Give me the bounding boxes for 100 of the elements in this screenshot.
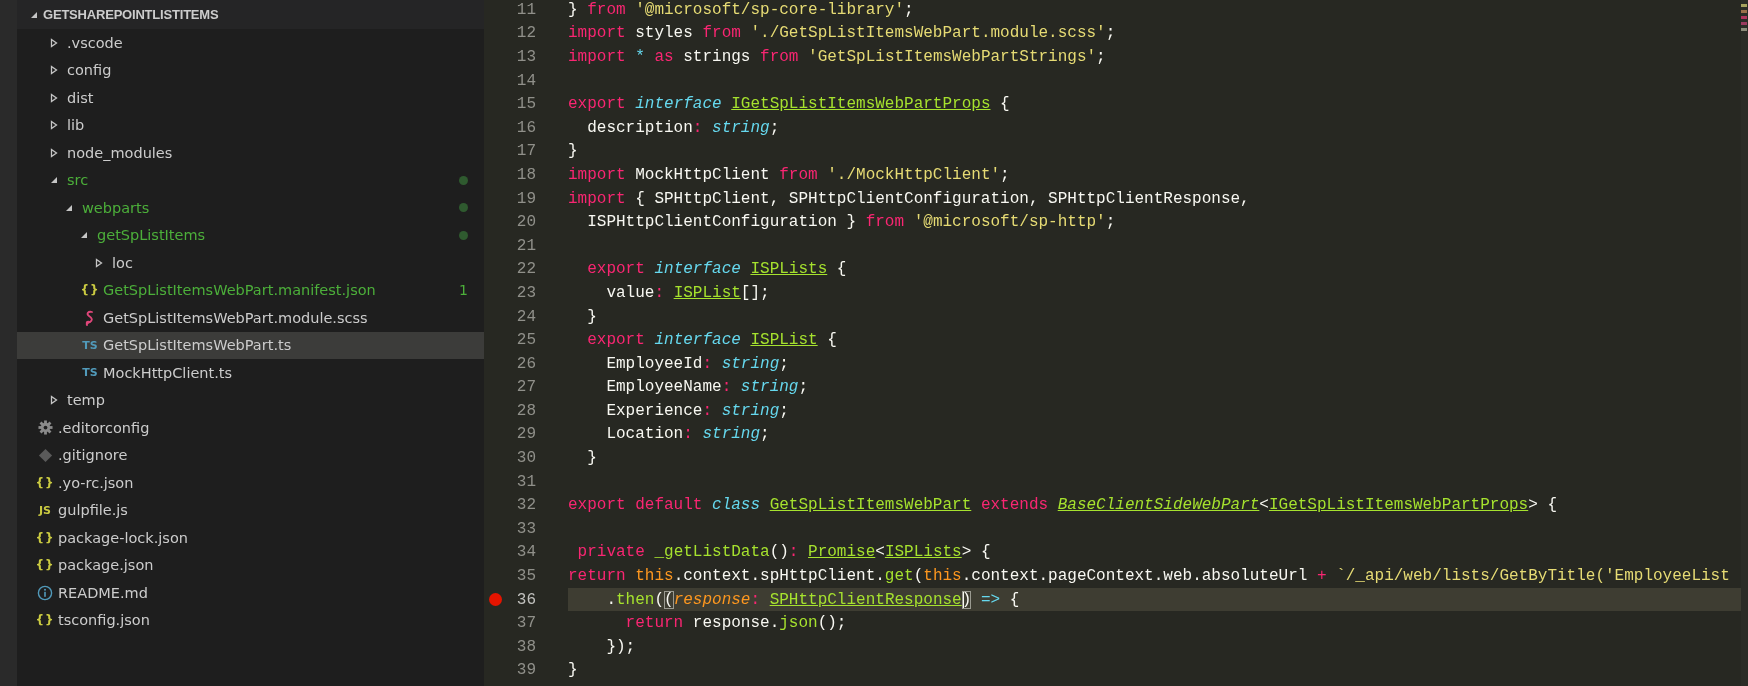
file-tree-item[interactable]: TS MockHttpClient.ts [17,359,484,387]
code-line: ISPHttpClientConfiguration } from '@microsoft/sp-http'; [586,212,1117,234]
collapsed-triangle-icon[interactable] [50,37,58,48]
file-tree-item[interactable]: GetSpListItemsWebPart.module.scss [17,304,484,332]
code-line: } [586,306,598,328]
file-name: .vscode [67,34,123,51]
file-tree-item[interactable]: lib [17,111,484,139]
collapsed-triangle-icon[interactable] [50,147,58,158]
file-name: .editorconfig [58,419,150,436]
code-line: import MockHttpClient from './MockHttpClient'; [568,164,1011,186]
file-name: loc [112,254,133,271]
file-tree-item[interactable]: {} .yo-rc.json [17,469,484,497]
ts-file-icon: TS [82,338,98,352]
file-name: package.json [58,557,154,574]
line-number: 34 [515,543,536,562]
code-line: import styles from './GetSpListItemsWebPart.module.scss'; [568,23,1117,45]
file-tree-item[interactable]: {} tsconfig.json [17,606,484,634]
modified-dot [459,203,468,213]
file-name: package-lock.json [58,529,188,546]
file-tree-item[interactable]: {} GetSpListItemsWebPart.manifest.json 1 [17,276,484,304]
line-number: 29 [515,425,536,444]
collapsed-triangle-icon[interactable] [50,395,58,406]
code-line: EmployeeId: string; [605,353,790,375]
line-number: 13 [515,48,536,66]
diamond-icon [37,447,53,463]
file-name: dist [67,89,94,106]
file-name: temp [67,392,105,409]
code-line: value: ISPList[]; [605,282,771,304]
file-tree-item[interactable]: .editorconfig [17,414,484,442]
braces-icon: {} [35,558,55,573]
code-line: } [568,660,579,682]
file-tree-item[interactable]: .gitignore [17,441,484,469]
code-line: export interface IGetSpListItemsWebPartProps { [568,94,1011,116]
file-tree-item[interactable]: JS gulpfile.js [17,496,484,524]
line-number: 16 [515,118,536,137]
line-number: 35 [515,567,536,586]
line-number: 15 [515,95,536,114]
file-name: config [67,62,112,79]
modified-dot [459,175,468,185]
breakpoint-icon[interactable] [488,593,502,607]
file-name: lib [67,117,85,134]
code-line: Location: string; [605,424,771,446]
file-tree-item[interactable]: src [17,166,484,194]
gear-icon [37,420,53,436]
line-number: 39 [515,661,536,680]
line-number: 26 [515,354,536,373]
file-tree-item[interactable]: {} package-lock.json [17,524,484,552]
file-tree-item[interactable]: getSpListItems [17,221,484,249]
code-line: Experience: string; [605,400,790,422]
line-number: 18 [515,165,536,184]
file-name: node_modules [67,144,173,161]
line-number: 24 [515,307,536,326]
problem-count: 1 [459,282,468,299]
code-line: description: string; [586,117,781,139]
collapsed-triangle-icon[interactable] [50,92,58,103]
file-tree-item[interactable]: TS GetSpListItemsWebPart.ts [17,331,484,359]
braces-icon: {} [80,283,100,298]
file-name: tsconfig.json [58,612,150,629]
file-name: MockHttpClient.ts [103,364,233,381]
line-number: 25 [515,331,536,350]
line-number: 19 [515,189,536,208]
file-tree-item[interactable]: .vscode [17,29,484,57]
code-line: import { SPHttpClient, SPHttpClientConfiguration, SPHttpClientResponse, [568,188,1251,210]
file-name: GetSpListItemsWebPart.manifest.json [103,282,376,299]
line-number: 23 [515,283,536,302]
file-name: README.md [58,584,148,601]
line-number: 27 [515,378,536,397]
file-tree-item[interactable]: dist [17,84,484,112]
line-number: 22 [515,260,536,279]
code-line: return this.context.spHttpClient.get(this.context.pageContext.web.absoluteUrl + `/_api/web/lists/GetByTitle('EmployeeList [568,566,1731,588]
expanded-triangle-icon[interactable] [50,175,58,186]
file-name: gulpfile.js [58,502,128,519]
code-line: export default class GetSpListItemsWebPart extends BaseClientSideWebPart<IGetSpListItemsWebPartProps> { [568,495,1558,517]
line-number: 28 [515,401,536,420]
collapsed-triangle-icon[interactable] [95,257,103,268]
file-name: getSpListItems [97,227,206,244]
collapsed-triangle-icon[interactable] [50,65,58,76]
braces-icon: {} [35,613,55,628]
file-tree-item[interactable]: webparts [17,194,484,222]
code-line: } [568,141,579,163]
file-tree-item[interactable]: temp [17,386,484,414]
line-number: 17 [515,142,536,161]
file-name: webparts [82,199,150,216]
line-number: 30 [515,449,536,468]
file-tree-item[interactable]: node_modules [17,139,484,167]
code-line: return response.json(); [624,613,848,635]
file-tree-item[interactable]: README.md [17,579,484,607]
collapsed-triangle-icon[interactable] [50,120,58,131]
file-tree-item[interactable]: config [17,56,484,84]
code-line: export interface ISPList { [586,330,838,352]
expanded-triangle-icon[interactable] [30,10,38,19]
file-name: src [67,172,89,189]
info-icon [37,584,53,601]
code-line: private _getListData(): Promise<ISPLists> { [576,542,992,564]
file-tree-item[interactable]: {} package.json [17,551,484,579]
expanded-triangle-icon[interactable] [80,230,88,241]
code-line: EmployeeName: string; [605,377,810,399]
file-tree-item[interactable]: loc [17,249,484,277]
code-line: } from '@microsoft/sp-core-library'; [568,0,915,21]
code-line: import * as strings from 'GetSpListItemsWebPartStrings'; [568,47,1107,68]
